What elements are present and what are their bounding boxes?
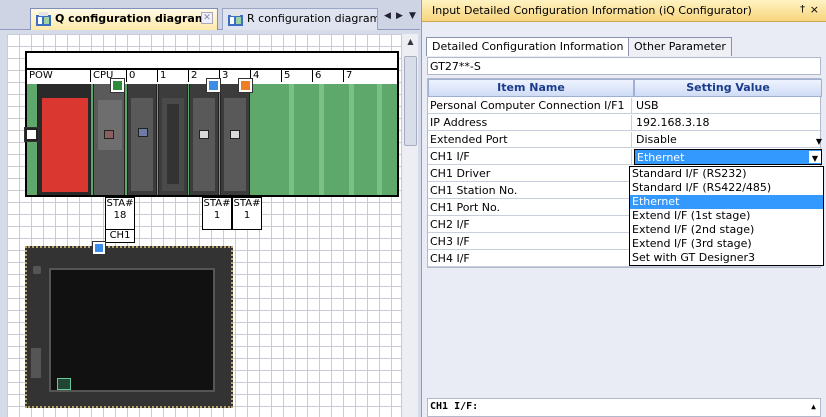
item-name-header: Item Name xyxy=(428,79,634,97)
slot-label: 0 xyxy=(127,70,158,82)
slot-2-connector-marker[interactable] xyxy=(207,79,220,92)
setting-value-header: Setting Value xyxy=(634,79,822,97)
tab-list-dropdown-icon[interactable]: ▼ xyxy=(409,11,416,21)
station-label-slot-3: STA# 1 xyxy=(232,197,262,230)
got-sensor xyxy=(33,266,41,274)
dropdown-option[interactable]: Extend I/F (1st stage) xyxy=(630,209,823,223)
dropdown-option[interactable]: Set with GT Designer3 xyxy=(630,251,823,265)
close-icon[interactable]: × xyxy=(810,3,819,16)
description-bar: CH1 I/F: ▲ xyxy=(427,398,821,417)
got-indicator-icon xyxy=(57,378,71,390)
tab-r-configuration-diagram[interactable]: R configuration diagram xyxy=(222,8,378,30)
close-tab-icon[interactable]: ✕ xyxy=(201,12,213,24)
slot-1-module[interactable] xyxy=(158,84,188,195)
scroll-tabs-right-icon[interactable]: ▶ xyxy=(396,11,403,21)
ch1-if-dropdown-list[interactable]: Standard I/F (RS232) Standard I/F (RS422… xyxy=(629,166,824,266)
dropdown-option[interactable]: Standard I/F (RS422/485) xyxy=(630,181,823,195)
configuration-diagram-icon xyxy=(228,12,243,26)
slot-3-ethernet-module[interactable] xyxy=(220,84,250,195)
grid-empty-area xyxy=(427,270,821,396)
got-connector-marker[interactable] xyxy=(93,242,105,254)
configuration-diagram-icon xyxy=(36,12,51,26)
panel-tabs: Detailed Configuration Information Other… xyxy=(422,34,826,56)
station-label-cpu: STA# 18 xyxy=(105,197,135,230)
extended-port-select[interactable]: Disable ▼ xyxy=(634,132,822,148)
slot-label: 6 xyxy=(313,70,344,82)
table-row[interactable]: Extended Port Disable ▼ xyxy=(428,132,822,148)
slot-label: 5 xyxy=(282,70,313,82)
pin-icon[interactable]: † xyxy=(800,4,805,15)
diagram-vertical-scrollbar[interactable]: ▲ xyxy=(401,34,418,417)
tab-detailed-configuration-information[interactable]: Detailed Configuration Information xyxy=(426,37,630,56)
got-side-slot xyxy=(31,348,41,378)
cpu-connector-marker[interactable] xyxy=(111,79,124,92)
document-tab-bar: Q configuration diagram ✕ R configuratio… xyxy=(0,0,420,30)
channel-label: CH1 xyxy=(105,229,135,243)
dropdown-arrow-icon[interactable]: ▼ xyxy=(809,151,821,163)
tab-label: R configuration diagram xyxy=(247,12,378,25)
panel-title: Input Detailed Configuration Information… xyxy=(432,4,752,17)
slot-label: 1 xyxy=(158,70,189,82)
slot-0-module[interactable] xyxy=(127,84,157,195)
table-row[interactable]: IP Address 192.168.3.18 xyxy=(428,115,822,131)
cpu-module[interactable] xyxy=(93,84,125,195)
scroll-up-icon[interactable]: ▲ xyxy=(811,402,816,411)
slot-label: POW xyxy=(27,70,91,82)
rack-header xyxy=(27,53,397,70)
power-supply-module[interactable] xyxy=(37,84,91,195)
dropdown-option-selected[interactable]: Ethernet xyxy=(630,195,823,209)
slot-label: 4 xyxy=(251,70,282,82)
tab-q-configuration-diagram[interactable]: Q configuration diagram ✕ xyxy=(30,8,218,30)
scrollbar-thumb[interactable] xyxy=(404,56,417,146)
scroll-up-icon[interactable]: ▲ xyxy=(402,34,419,50)
panel-title-bar: Input Detailed Configuration Information… xyxy=(422,0,826,22)
slot-3-connector-marker[interactable] xyxy=(239,79,252,92)
tab-other-parameter[interactable]: Other Parameter xyxy=(628,37,732,56)
got-panel[interactable] xyxy=(25,242,233,408)
dropdown-option[interactable]: Extend I/F (3rd stage) xyxy=(630,237,823,251)
base-unit-rack[interactable]: POW CPU 0 1 2 3 4 5 6 7 xyxy=(25,51,399,197)
slot-label: 7 xyxy=(346,70,353,81)
tab-label: Q configuration diagram xyxy=(55,12,207,25)
table-row[interactable]: Personal Computer Connection I/F1 USB xyxy=(428,98,822,114)
dropdown-option[interactable]: Extend I/F (2nd stage) xyxy=(630,223,823,237)
scroll-tabs-left-icon[interactable]: ◀ xyxy=(384,11,391,21)
got-screen xyxy=(49,268,215,392)
diagram-canvas[interactable]: POW CPU 0 1 2 3 4 5 6 7 STA# 18 CH1 STA#… xyxy=(7,34,401,417)
dropdown-arrow-icon[interactable]: ▼ xyxy=(816,134,822,149)
configuration-diagram-pane: Q configuration diagram ✕ R configuratio… xyxy=(0,0,420,417)
rack-body xyxy=(25,84,397,195)
description-label: CH1 I/F: xyxy=(430,401,479,412)
table-row[interactable]: CH1 I/F Ethernet ▼ xyxy=(428,149,822,165)
slot-2-ethernet-module[interactable] xyxy=(189,84,219,195)
ch1-if-select[interactable]: Ethernet ▼ xyxy=(634,149,822,165)
dropdown-option[interactable]: Standard I/F (RS232) xyxy=(630,167,823,181)
model-name: GT27**-S xyxy=(427,57,821,75)
power-connector-marker xyxy=(25,128,38,141)
station-label-slot-2: STA# 1 xyxy=(202,197,232,230)
